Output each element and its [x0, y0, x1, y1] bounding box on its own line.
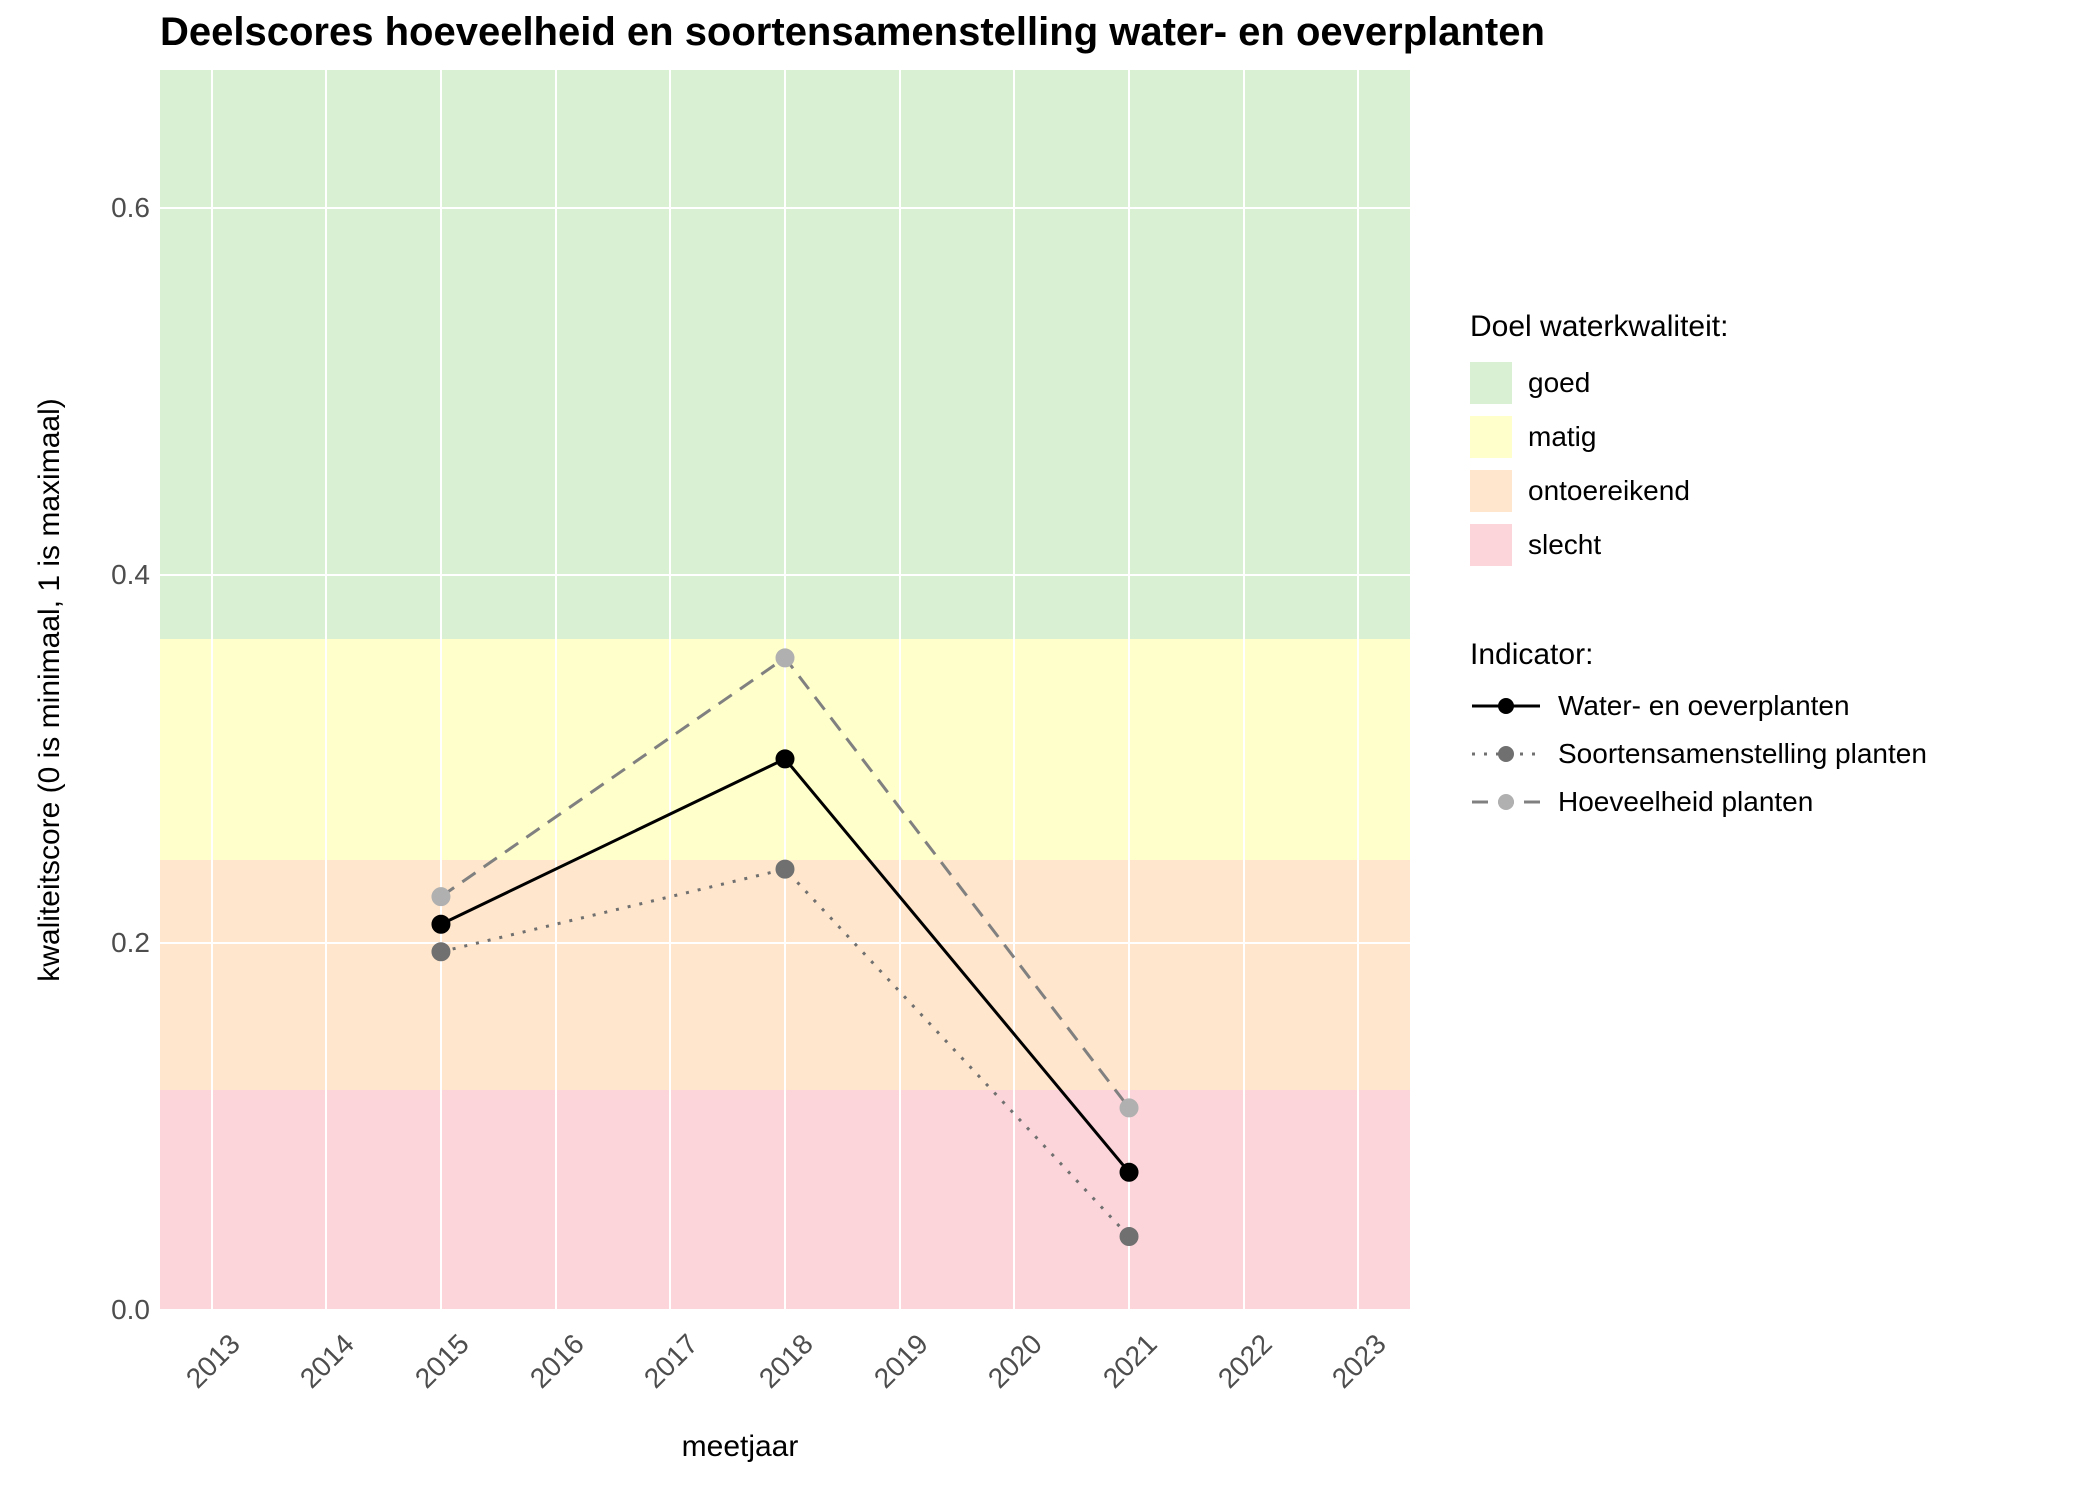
chart-title: Deelscores hoeveelheid en soortensamenst… [160, 10, 1545, 55]
legend-series-item: Soortensamenstelling planten [1470, 738, 2090, 770]
y-axis-title: kwaliteitscore (0 is minimaal, 1 is maxi… [33, 398, 67, 981]
series-line [441, 759, 1129, 1172]
legend-band-label: slecht [1528, 529, 1601, 561]
x-tick-label: 2014 [268, 1328, 361, 1421]
legend-swatch [1470, 416, 1512, 458]
legend-band-item: goed [1470, 362, 2090, 404]
x-tick-label: 2017 [612, 1328, 705, 1421]
legend-bands-title: Doel waterkwaliteit: [1470, 310, 2090, 344]
legend-band-label: ontoereikend [1528, 475, 1690, 507]
legend-line-icon [1470, 787, 1542, 817]
data-point [432, 888, 450, 906]
legend-bands: goed matig ontoereikend slecht [1470, 362, 2090, 566]
legend-swatch [1470, 362, 1512, 404]
x-tick-label: 2020 [956, 1328, 1049, 1421]
data-point [776, 860, 794, 878]
legend-band-item: ontoereikend [1470, 470, 2090, 512]
x-tick-label: 2013 [153, 1328, 246, 1421]
plot-svg [160, 70, 1410, 1310]
legend-band-label: goed [1528, 367, 1590, 399]
data-point [1120, 1228, 1138, 1246]
data-point [1120, 1163, 1138, 1181]
x-tick-label: 2018 [726, 1328, 819, 1421]
legend-band-item: slecht [1470, 524, 2090, 566]
legend-band-item: matig [1470, 416, 2090, 458]
y-tick-label: 0.0 [40, 1294, 150, 1326]
legend-series-item: Hoeveelheid planten [1470, 786, 2090, 818]
legend: Doel waterkwaliteit: goed matig ontoereike… [1470, 310, 2090, 834]
x-tick-label: 2015 [382, 1328, 475, 1421]
x-tick-label: 2021 [1070, 1328, 1163, 1421]
legend-series-label: Water- en oeverplanten [1558, 690, 1850, 722]
legend-band-label: matig [1528, 421, 1596, 453]
x-axis-title: meetjaar [682, 1430, 799, 1464]
x-tick-label: 2016 [497, 1328, 590, 1421]
legend-line-icon [1470, 691, 1542, 721]
legend-swatch [1470, 470, 1512, 512]
chart-container: Deelscores hoeveelheid en soortensamenst… [40, 10, 2060, 1490]
series-line [441, 658, 1129, 1108]
data-point [776, 750, 794, 768]
x-tick-label: 2023 [1300, 1328, 1393, 1421]
legend-swatch [1470, 524, 1512, 566]
legend-series-item: Water- en oeverplanten [1470, 690, 2090, 722]
data-point [776, 649, 794, 667]
plot-area [160, 70, 1410, 1310]
data-point [1120, 1099, 1138, 1117]
y-tick-label: 0.4 [40, 559, 150, 591]
legend-series-label: Hoeveelheid planten [1558, 786, 1813, 818]
x-tick-label: 2022 [1185, 1328, 1278, 1421]
legend-series-label: Soortensamenstelling planten [1558, 738, 1927, 770]
series-line [441, 869, 1129, 1236]
data-point [432, 915, 450, 933]
legend-series: Water- en oeverplanten Soortensamenstelli… [1470, 690, 2090, 818]
y-tick-label: 0.6 [40, 192, 150, 224]
data-point [432, 943, 450, 961]
x-tick-label: 2019 [841, 1328, 934, 1421]
legend-series-title: Indicator: [1470, 638, 2090, 672]
legend-line-icon [1470, 739, 1542, 769]
y-tick-label: 0.2 [40, 927, 150, 959]
